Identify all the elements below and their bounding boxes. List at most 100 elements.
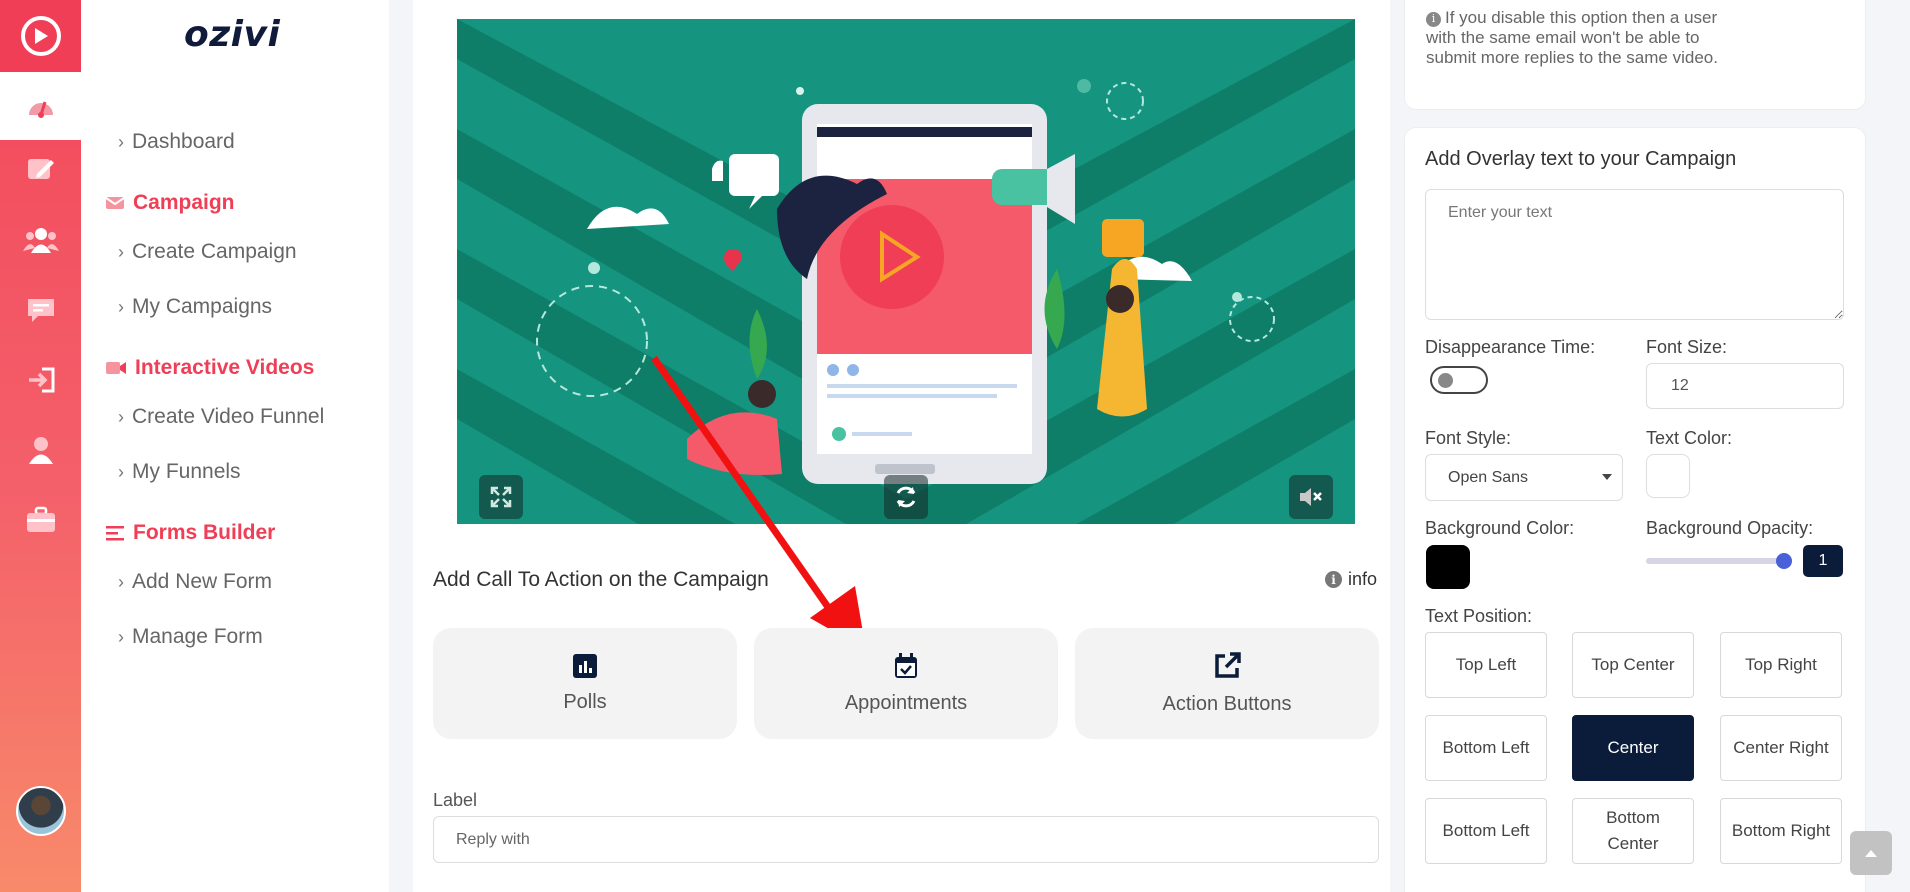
nav-dashboard[interactable]: › Dashboard xyxy=(118,130,235,154)
app-logo[interactable] xyxy=(0,0,81,72)
cta-action-buttons[interactable]: Action Buttons xyxy=(1075,628,1379,739)
text-position-label: Text Position: xyxy=(1425,606,1533,626)
nav-forms-heading[interactable]: Forms Builder xyxy=(105,521,275,545)
text-color-swatch[interactable] xyxy=(1646,454,1690,498)
nav-create-campaign-label: Create Campaign xyxy=(132,240,297,263)
video-illustration xyxy=(457,19,1355,524)
fullscreen-button[interactable] xyxy=(479,475,523,519)
nav-create-video-funnel[interactable]: › Create Video Funnel xyxy=(118,405,324,429)
expand-icon xyxy=(490,486,512,508)
background-opacity-value: 1 xyxy=(1803,545,1843,577)
cta-polls[interactable]: Polls xyxy=(433,628,737,739)
info-button[interactable]: i info xyxy=(1325,569,1377,590)
position-top-center[interactable]: Top Center xyxy=(1572,632,1694,698)
envelope-icon xyxy=(105,197,125,209)
nav-my-campaigns[interactable]: › My Campaigns xyxy=(118,295,272,319)
video-preview[interactable] xyxy=(457,19,1355,524)
cta-appointments[interactable]: Appointments xyxy=(754,628,1058,739)
font-size-label: Font Size: xyxy=(1646,337,1728,357)
user-avatar[interactable] xyxy=(16,786,66,836)
nav-create-video-funnel-label: Create Video Funnel xyxy=(132,405,325,428)
rail-dashboard[interactable] xyxy=(0,72,81,140)
nav-campaign-heading[interactable]: Campaign xyxy=(105,191,235,215)
font-style-select[interactable]: Open Sans xyxy=(1425,454,1623,501)
background-color-swatch[interactable] xyxy=(1426,545,1470,589)
nav-dashboard-label: Dashboard xyxy=(132,130,235,153)
scroll-to-top-button[interactable] xyxy=(1850,831,1892,875)
disappearance-time-label: Disappearance Time: xyxy=(1425,337,1596,357)
position-bottom-left-2[interactable]: Bottom Left xyxy=(1425,798,1547,864)
position-center-right[interactable]: Center Right xyxy=(1720,715,1842,781)
nav-interactive-heading[interactable]: Interactive Videos xyxy=(105,356,314,380)
background-opacity-label: Background Opacity: xyxy=(1646,518,1814,538)
user-icon xyxy=(28,437,53,464)
external-link-icon xyxy=(1215,652,1241,678)
slider-thumb[interactable] xyxy=(1776,553,1792,569)
chevron-right-icon: › xyxy=(118,296,124,317)
nav-add-new-form-label: Add New Form xyxy=(132,570,273,593)
list-icon xyxy=(106,526,124,541)
rail-interactive[interactable] xyxy=(0,290,81,330)
icon-rail xyxy=(0,0,81,892)
nav-forms-label: Forms Builder xyxy=(133,521,276,544)
video-camera-icon xyxy=(106,362,126,374)
chevron-right-icon: › xyxy=(118,461,124,482)
briefcase-icon xyxy=(26,506,55,532)
nav-create-campaign[interactable]: › Create Campaign xyxy=(118,240,297,264)
position-top-left[interactable]: Top Left xyxy=(1425,632,1547,698)
nav-manage-form[interactable]: › Manage Form xyxy=(118,625,263,649)
info-icon: i xyxy=(1426,11,1441,27)
position-bottom-left[interactable]: Bottom Left xyxy=(1425,715,1547,781)
chevron-right-icon: › xyxy=(118,131,124,152)
font-style-label: Font Style: xyxy=(1425,428,1512,448)
caret-up-icon xyxy=(1865,850,1877,857)
position-center[interactable]: Center xyxy=(1572,715,1694,781)
annotation-arrow-icon xyxy=(651,355,866,650)
volume-mute-icon xyxy=(1300,488,1322,506)
rail-users[interactable] xyxy=(0,220,81,260)
nav-my-campaigns-label: My Campaigns xyxy=(132,295,273,318)
background-opacity-slider[interactable] xyxy=(1646,553,1792,569)
toggle-knob xyxy=(1438,373,1453,388)
replay-button[interactable] xyxy=(884,475,928,519)
cta-polls-label: Polls xyxy=(563,691,607,713)
rail-login[interactable] xyxy=(0,360,81,400)
background-color-label: Background Color: xyxy=(1425,518,1575,538)
play-logo-icon xyxy=(20,16,61,56)
edit-icon xyxy=(27,159,54,179)
reply-note: i If you disable this option then a user … xyxy=(1426,8,1736,68)
position-bottom-right[interactable]: Bottom Right xyxy=(1720,798,1842,864)
nav-my-funnels[interactable]: › My Funnels xyxy=(118,460,241,484)
font-size-input[interactable] xyxy=(1646,363,1844,409)
mute-button[interactable] xyxy=(1289,475,1333,519)
gauge-icon xyxy=(28,101,53,118)
overlay-text-input[interactable] xyxy=(1425,189,1844,320)
overlay-title: Add Overlay text to your Campaign xyxy=(1425,148,1737,170)
text-color-label: Text Color: xyxy=(1646,428,1733,448)
rail-profile[interactable] xyxy=(0,430,81,470)
chevron-right-icon: › xyxy=(118,571,124,592)
sign-in-icon xyxy=(28,367,54,393)
label-caption: Label xyxy=(433,790,478,810)
nav-my-funnels-label: My Funnels xyxy=(132,460,241,483)
brand-logo[interactable]: ozivi xyxy=(184,14,280,55)
nav-add-new-form[interactable]: › Add New Form xyxy=(118,570,272,594)
info-label: info xyxy=(1348,569,1378,589)
cta-section-title: Add Call To Action on the Campaign xyxy=(433,568,769,591)
users-icon xyxy=(22,228,59,253)
disappearance-time-toggle[interactable] xyxy=(1430,366,1488,394)
reply-note-text: If you disable this option then a user w… xyxy=(1426,8,1718,67)
cta-appointments-label: Appointments xyxy=(844,692,968,714)
position-top-right[interactable]: Top Right xyxy=(1720,632,1842,698)
nav-campaign-label: Campaign xyxy=(133,191,235,214)
label-input[interactable] xyxy=(433,816,1379,863)
rail-briefcase[interactable] xyxy=(0,500,81,540)
chevron-right-icon: › xyxy=(118,241,124,262)
chevron-right-icon: › xyxy=(118,626,124,647)
calendar-check-icon xyxy=(895,653,917,678)
info-icon: i xyxy=(1325,571,1342,588)
chevron-down-icon xyxy=(1602,474,1612,480)
message-icon xyxy=(27,299,54,322)
rail-campaign[interactable] xyxy=(0,150,81,190)
position-bottom-center[interactable]: Bottom Center xyxy=(1572,798,1694,864)
